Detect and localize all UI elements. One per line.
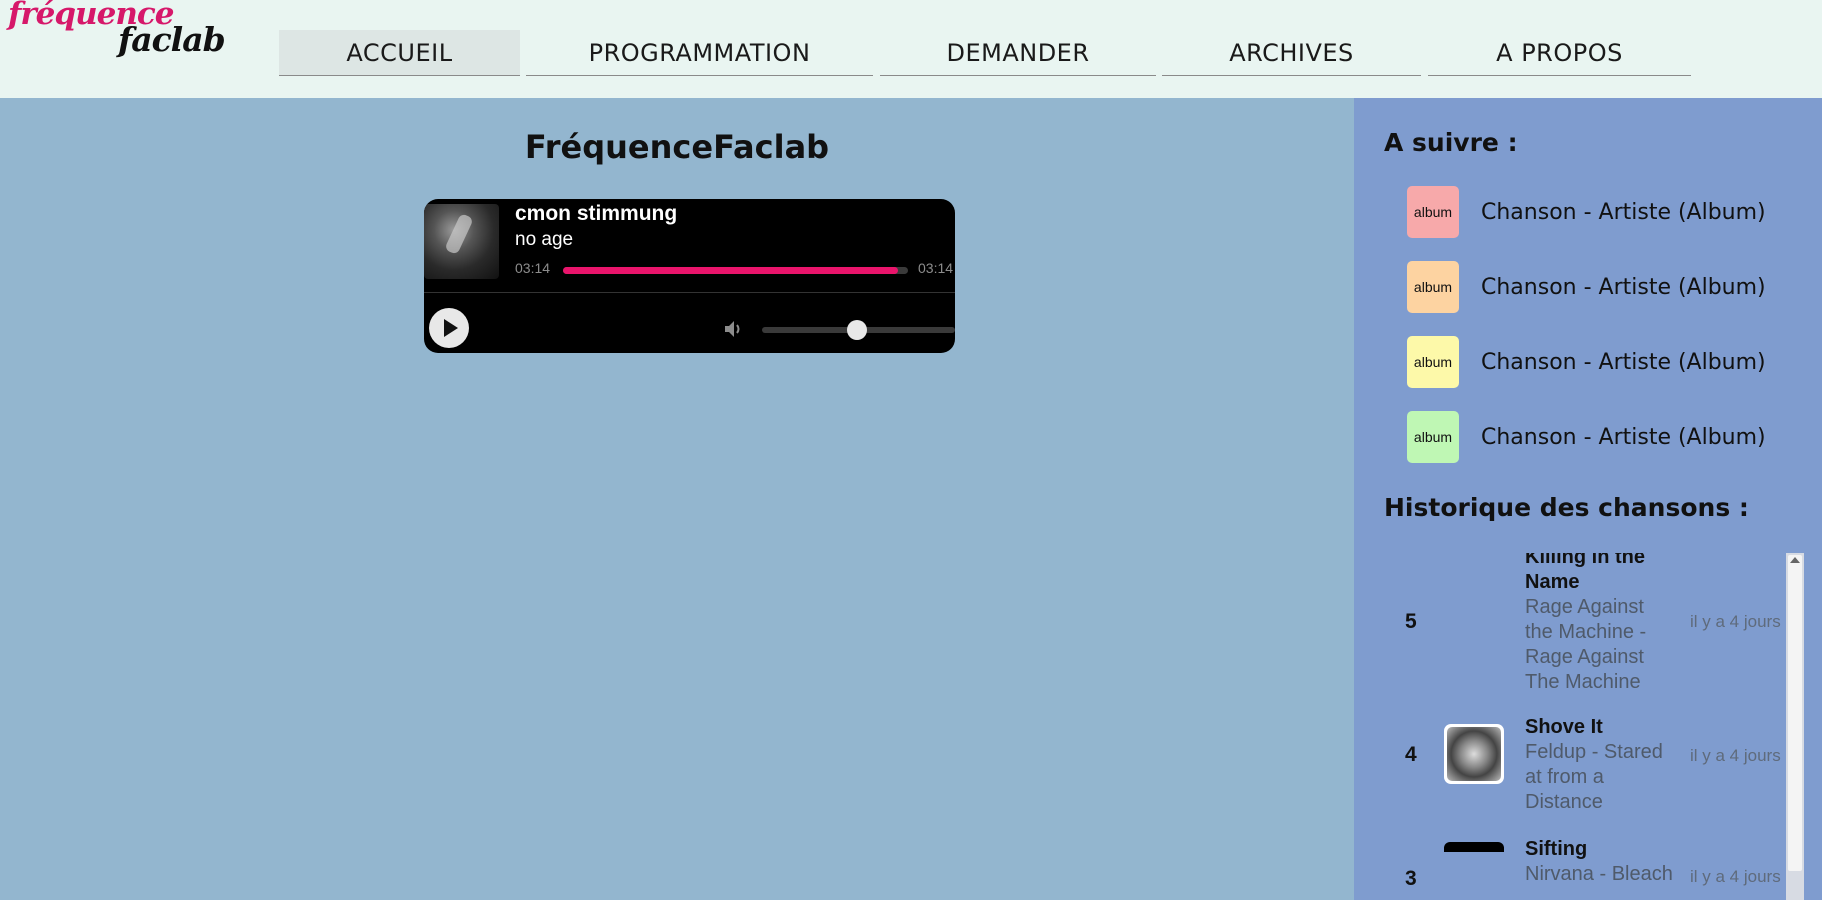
volume-icon[interactable] [722,317,746,341]
history-title: Historique des chansons : [1384,493,1749,522]
queue-item[interactable]: album Chanson - Artiste (Album) [1407,261,1787,315]
queue-item[interactable]: album Chanson - Artiste (Album) [1407,336,1787,390]
history-time: il y a 4 jours [1690,746,1781,765]
album-placeholder: album [1407,261,1459,313]
history-song-subtitle: Rage Against the Machine - Rage Against … [1525,596,1647,693]
progress-fill [563,267,898,274]
sidebar: A suivre : album Chanson - Artiste (Albu… [1354,98,1822,900]
album-placeholder: album [1407,411,1459,463]
history-time: il y a 4 jours [1690,867,1781,886]
queue-item-text: Chanson - Artiste (Album) [1481,350,1766,375]
player-divider [424,292,955,293]
history-time: il y a 4 jours [1690,612,1781,631]
history-album-art [1444,724,1504,784]
play-button[interactable] [429,308,469,348]
song-artist: no age [515,229,574,250]
history-rank: 3 [1405,867,1417,890]
history-item[interactable]: 5 Killing in the Name Rage Against the M… [1354,553,1794,695]
history-item[interactable]: 4 Shove It Feldup - Stared at from a Dis… [1354,715,1794,825]
album-placeholder: album [1407,336,1459,388]
song-title: cmon stimmung [515,202,678,225]
history-song-subtitle: Nirvana - Bleach [1525,863,1673,885]
history-rank: 4 [1405,743,1417,766]
history-list[interactable]: 5 Killing in the Name Rage Against the M… [1354,553,1822,900]
audio-player: cmon stimmung no age 03:14 03:14 [424,199,955,353]
album-placeholder: album [1407,186,1459,238]
history-scrollbar[interactable] [1786,553,1804,900]
header: fréquence faclab ACCUEIL PROGRAMMATION D… [0,0,1822,98]
scroll-up-arrow-icon[interactable] [1790,557,1800,563]
up-next-title: A suivre : [1384,128,1518,157]
volume-slider-thumb[interactable] [847,320,867,340]
history-song-title: Killing in the Name [1525,553,1645,593]
scrollbar-thumb[interactable] [1788,555,1802,871]
history-rank: 5 [1405,610,1417,633]
history-song-title: Shove It [1525,716,1603,738]
nav-accueil[interactable]: ACCUEIL [279,30,520,76]
nav-demander[interactable]: DEMANDER [880,30,1156,76]
site-logo[interactable]: fréquence faclab [8,0,248,60]
nav-a-propos[interactable]: A PROPOS [1428,30,1691,76]
history-item[interactable]: 3 Sifting Nirvana - Bleach il y a 4 jour… [1354,837,1794,900]
progress-bar[interactable] [563,267,908,274]
queue-item[interactable]: album Chanson - Artiste (Album) [1407,411,1787,465]
time-elapsed: 03:14 [515,260,551,276]
queue-item[interactable]: album Chanson - Artiste (Album) [1407,186,1787,240]
time-total: 03:14 [918,260,954,276]
queue-item-text: Chanson - Artiste (Album) [1481,200,1766,225]
album-cover [424,204,499,279]
history-song-title: Sifting [1525,838,1588,860]
history-song-subtitle: Feldup - Stared at from a Distance [1525,741,1663,813]
page-title: FréquenceFaclab [524,128,830,166]
nav-programmation[interactable]: PROGRAMMATION [526,30,873,76]
queue-item-text: Chanson - Artiste (Album) [1481,425,1766,450]
logo-line-2: faclab [118,20,226,59]
nav-archives[interactable]: ARCHIVES [1162,30,1421,76]
queue-item-text: Chanson - Artiste (Album) [1481,275,1766,300]
history-album-art [1444,842,1504,852]
